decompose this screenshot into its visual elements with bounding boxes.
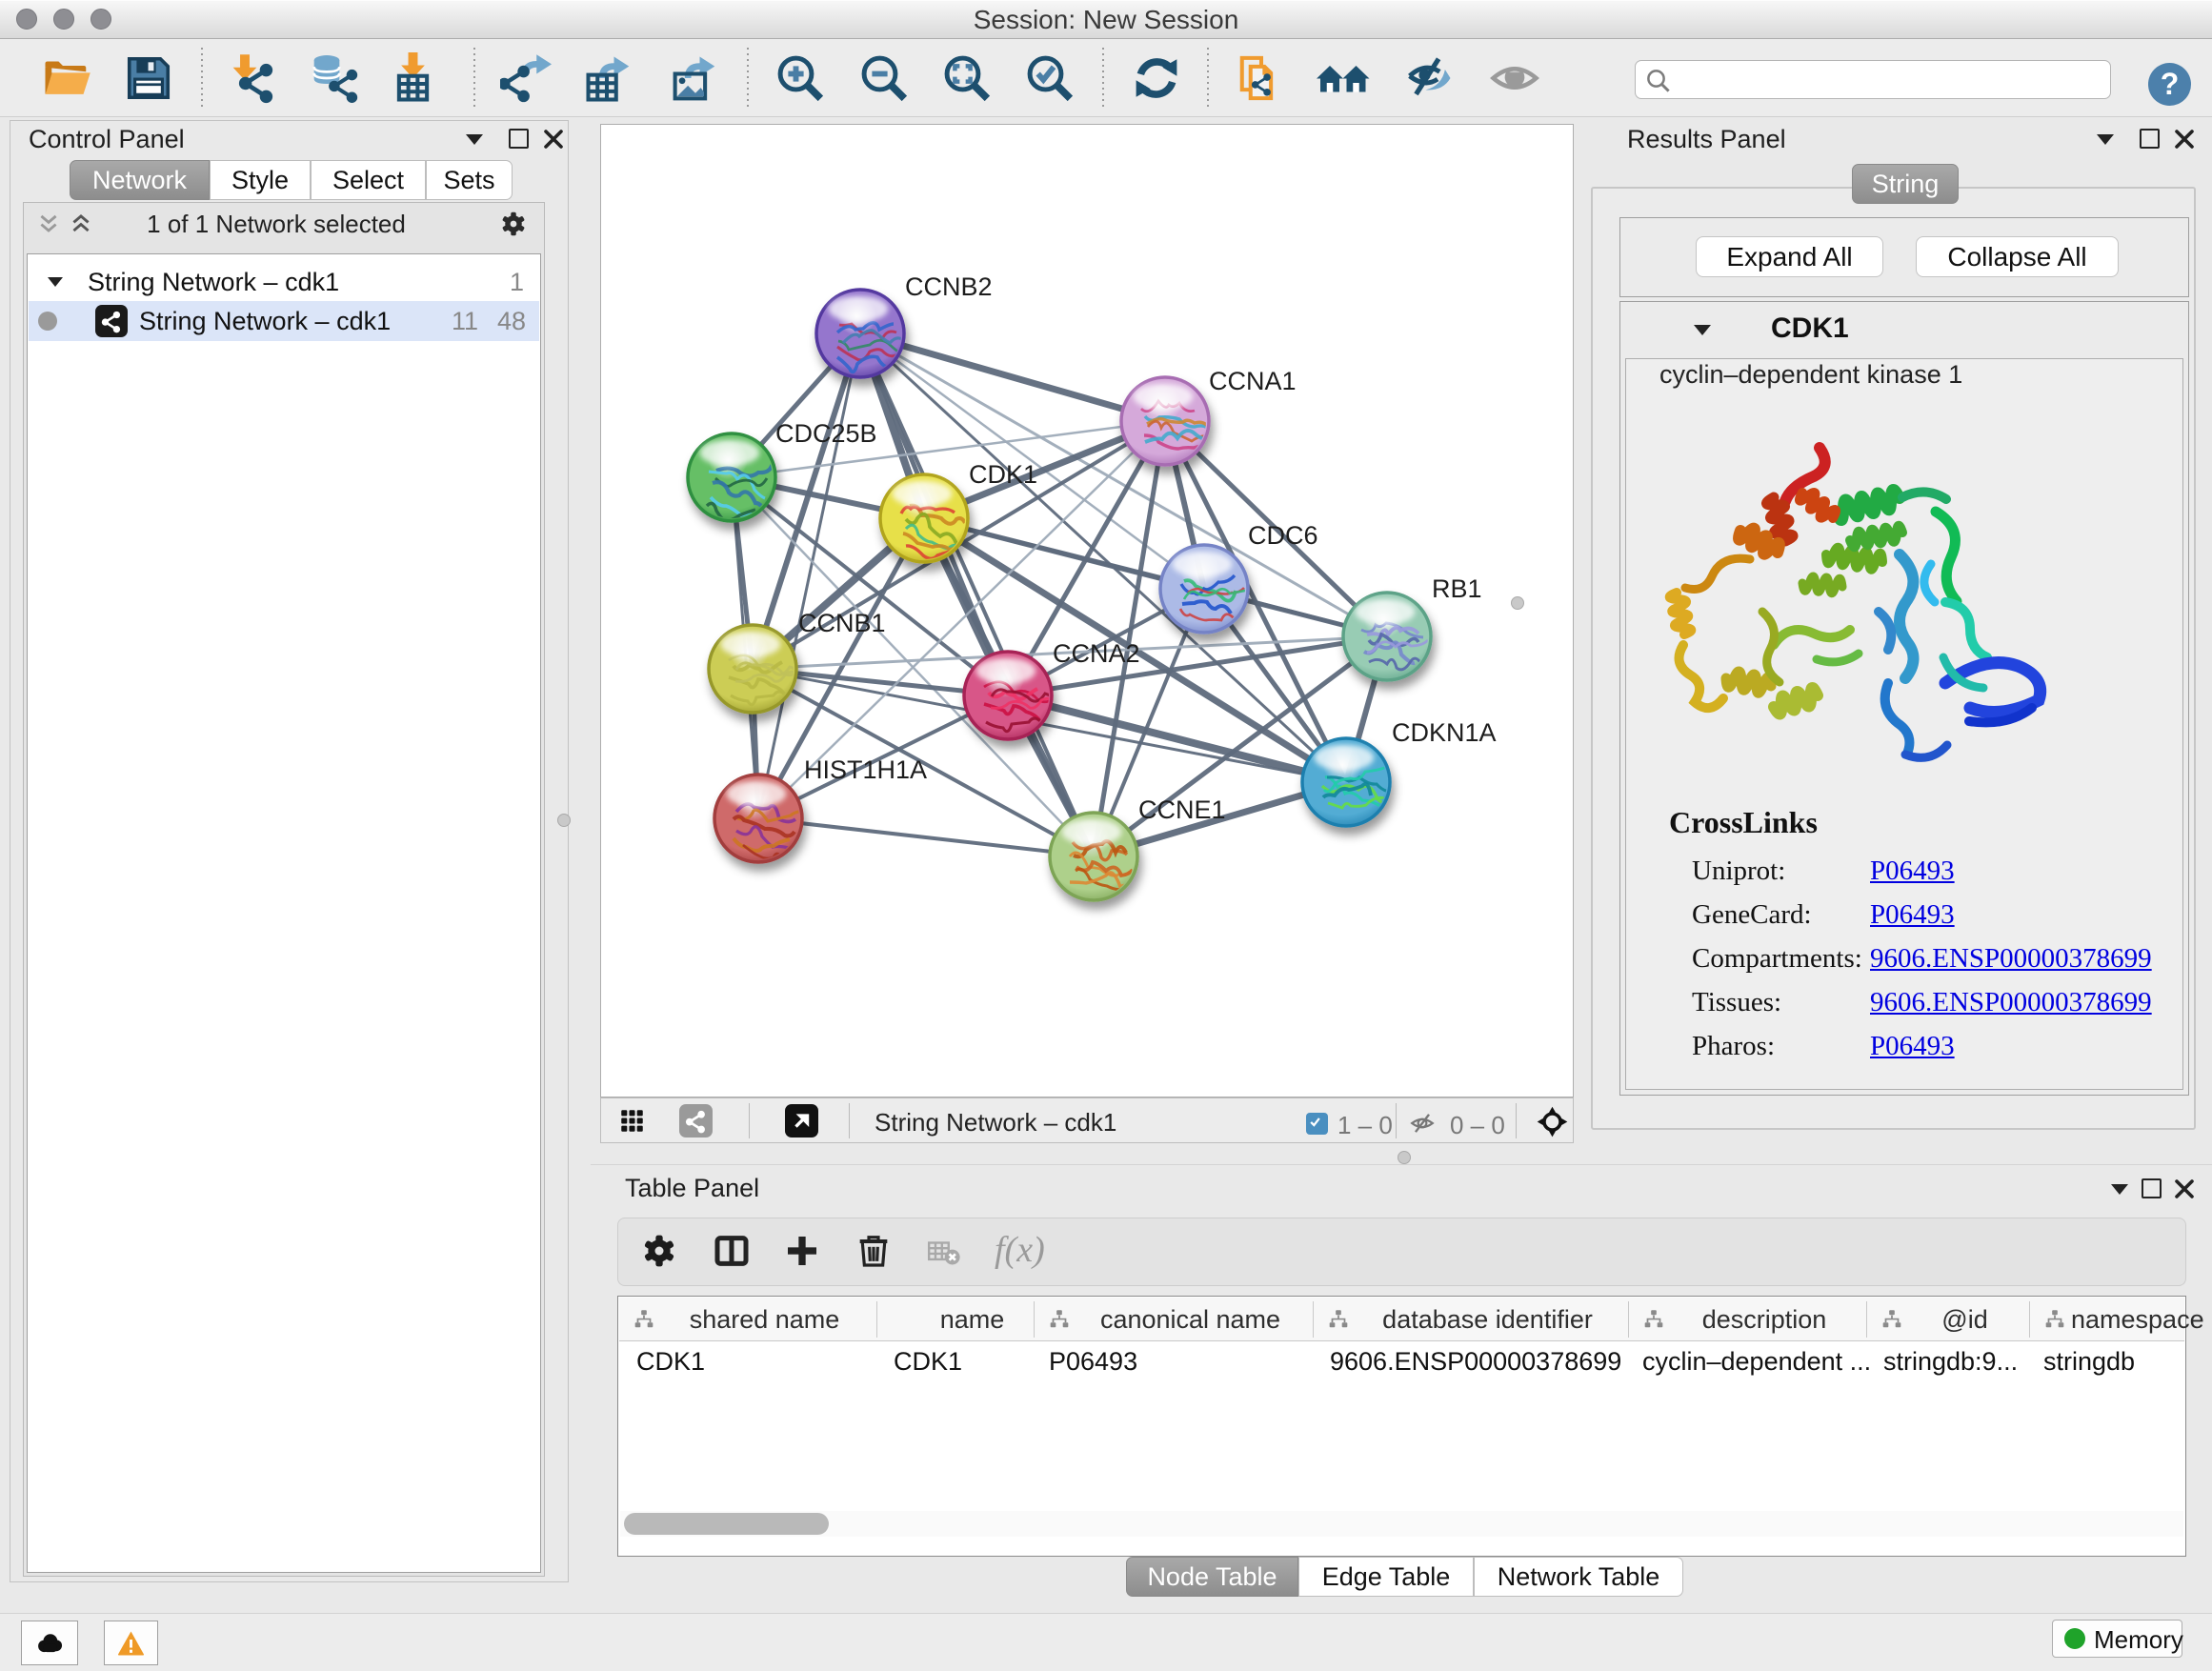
svg-text:CCNE1: CCNE1 <box>1138 795 1226 824</box>
svg-text:CDKN1A: CDKN1A <box>1392 718 1497 747</box>
svg-text:HIST1H1A: HIST1H1A <box>804 755 927 784</box>
svg-text:RB1: RB1 <box>1432 574 1482 603</box>
svg-text:CCNB1: CCNB1 <box>798 609 886 637</box>
svg-text:CCNB2: CCNB2 <box>905 272 993 301</box>
svg-text:CCNA1: CCNA1 <box>1209 367 1297 395</box>
svg-text:CDC6: CDC6 <box>1248 521 1318 550</box>
svg-text:CCNA2: CCNA2 <box>1053 639 1140 668</box>
svg-text:CDK1: CDK1 <box>969 460 1037 489</box>
svg-text:CDC25B: CDC25B <box>775 419 877 448</box>
